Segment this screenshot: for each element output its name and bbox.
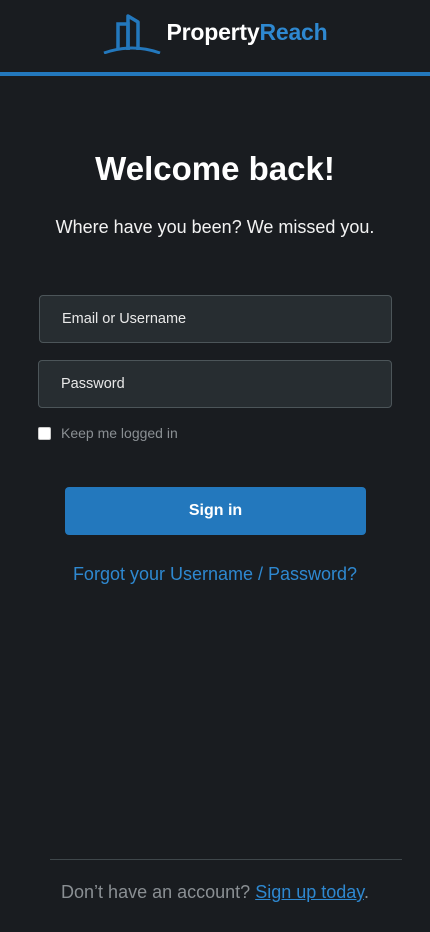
brand-name-part1: Property [166, 18, 260, 45]
brand-name-part2: Reach [259, 18, 328, 45]
signup-link[interactable]: Sign up today [255, 882, 364, 902]
remember-me[interactable]: Keep me logged in [38, 425, 178, 441]
password-input[interactable] [61, 376, 369, 392]
forgot-credentials-link[interactable]: Forgot your Username / Password? [0, 564, 430, 585]
header: PropertyReach [0, 0, 430, 76]
email-input[interactable] [62, 311, 369, 327]
page-subtitle: Where have you been? We missed you. [55, 217, 375, 237]
login-page: PropertyReach Welcome back! Where have y… [0, 0, 430, 932]
email-field[interactable] [39, 295, 392, 343]
signup-prompt-text: Don’t have an account? [61, 882, 251, 902]
page-title: Welcome back! [95, 150, 335, 187]
remember-checkbox[interactable] [38, 426, 51, 440]
footer-divider [50, 859, 402, 860]
signin-button[interactable]: Sign in [65, 487, 366, 535]
password-field[interactable] [38, 360, 392, 408]
remember-label: Keep me logged in [61, 425, 178, 441]
signup-suffix: . [363, 882, 369, 902]
building-icon [103, 14, 161, 54]
brand-logo[interactable]: PropertyReach [102, 10, 328, 54]
brand-name: PropertyReach [166, 19, 327, 46]
signup-prompt: Don’t have an account? Sign up today. [0, 882, 430, 903]
